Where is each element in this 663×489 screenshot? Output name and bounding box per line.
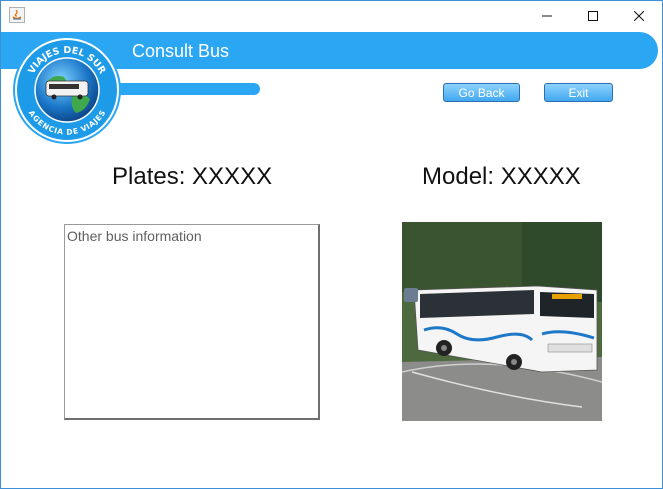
minimize-button[interactable] xyxy=(524,1,570,31)
title-bar xyxy=(1,1,662,31)
go-back-button[interactable]: Go Back xyxy=(443,83,520,102)
java-app-icon xyxy=(9,7,25,23)
plates-label: Plates: XXXXX xyxy=(112,163,273,190)
bus-photo xyxy=(402,222,602,421)
bus-info-textarea[interactable]: Other bus information xyxy=(64,224,320,420)
close-icon xyxy=(634,11,644,21)
main-window: Consult Bus VIAJES DEL SUR AGENCIA DE VI… xyxy=(0,0,663,489)
page-title: Consult Bus xyxy=(132,41,230,61)
travel-agency-logo: VIAJES DEL SUR AGENCIA DE VIAJES xyxy=(13,36,121,144)
maximize-button[interactable] xyxy=(570,1,616,31)
close-button[interactable] xyxy=(616,1,662,31)
exit-button[interactable]: Exit xyxy=(544,83,613,102)
maximize-icon xyxy=(588,11,598,21)
minimize-icon xyxy=(542,15,552,17)
model-label: Model: XXXXX xyxy=(422,163,581,190)
